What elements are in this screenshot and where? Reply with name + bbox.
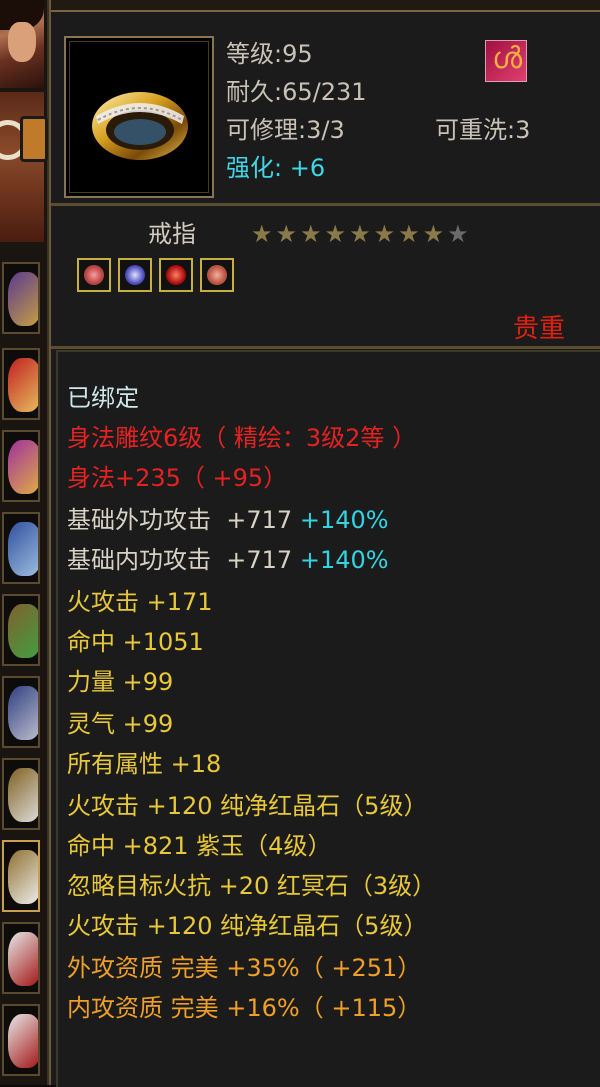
weapon-icon xyxy=(8,272,38,326)
item-level: 等级:95 xyxy=(226,40,313,68)
boots-icon xyxy=(8,686,38,740)
slot-tag-icon xyxy=(20,116,48,162)
all-attr-line: 所有属性 +18 xyxy=(67,750,222,778)
gem-bonus-4: 火攻击 +120 纯净红晶石（5级） xyxy=(67,912,428,940)
int-atk-value: +717 xyxy=(226,546,293,574)
portrait-face xyxy=(8,22,36,62)
item-type: 戒指 xyxy=(148,220,196,248)
inventory-slot-2[interactable] xyxy=(2,348,40,420)
rose-gem-icon[interactable] xyxy=(200,258,235,292)
spirit-line: 灵气 +99 xyxy=(67,710,174,738)
gem-bonus-1: 火攻击 +120 纯净红晶石（5级） xyxy=(67,792,428,820)
gold-ring-icon xyxy=(92,92,188,160)
rose-gem-icon[interactable] xyxy=(77,258,111,292)
special-effect-badge: ൾ xyxy=(485,40,527,82)
character-portrait[interactable] xyxy=(0,0,44,88)
int-quality-line: 内攻资质 完美 +16%（ +115） xyxy=(67,994,422,1022)
star-rating: ★★★★★★★★★ xyxy=(251,220,472,248)
belt-icon xyxy=(8,604,38,658)
inventory-slot-4[interactable] xyxy=(2,512,40,584)
inventory-slot-10[interactable] xyxy=(2,1004,40,1076)
necklace-icon xyxy=(8,932,38,986)
item-repair-count: 可修理:3/3 xyxy=(226,116,345,144)
item-rewash-count: 可重洗:3 xyxy=(435,116,531,144)
item-durability: 耐久:65/231 xyxy=(226,78,367,106)
ext-atk-value: +717 xyxy=(226,506,293,534)
gem-sockets xyxy=(77,258,236,296)
empty-star: ★ xyxy=(447,220,472,248)
fire-atk-line: 火攻击 +171 xyxy=(67,588,213,616)
inventory-slot-8[interactable] xyxy=(2,840,40,912)
inventory-slot-7[interactable] xyxy=(2,758,40,830)
scroll-icon xyxy=(8,358,38,412)
bracer-icon xyxy=(8,440,38,494)
inventory-slot-6[interactable] xyxy=(2,676,40,748)
int-atk-pct: +140% xyxy=(299,546,389,574)
ring-icon xyxy=(8,768,38,822)
inventory-slot-9[interactable] xyxy=(2,922,40,994)
ring-icon xyxy=(8,850,38,904)
gem-bonus-3: 忽略目标火抗 +20 红冥石（3级） xyxy=(67,872,437,900)
header-divider xyxy=(51,203,600,206)
strength-line: 力量 +99 xyxy=(67,668,174,696)
int-atk-line: 基础内功攻击 +717 +140% xyxy=(67,540,389,575)
equipment-preview xyxy=(0,92,48,242)
ext-atk-line: 基础外功攻击 +717 +140% xyxy=(67,500,389,535)
enhance-value: +6 xyxy=(289,154,326,182)
agility-line: 身法+235（ +95） xyxy=(67,464,288,492)
filled-stars: ★★★★★★★★ xyxy=(251,220,448,248)
body-divider xyxy=(51,346,600,349)
item-icon-frame xyxy=(64,36,214,198)
blue-gem-icon[interactable] xyxy=(118,258,153,292)
engrave-line: 身法雕纹6级（ 精绘：3级2等 ） xyxy=(67,424,417,452)
item-enhance: 强化: +6 xyxy=(226,148,325,183)
necklace-icon xyxy=(8,1014,38,1068)
ext-atk-pct: +140% xyxy=(299,506,389,534)
hit-line: 命中 +1051 xyxy=(67,628,204,656)
gem-bonus-2: 命中 +821 紫玉（4级） xyxy=(67,832,332,860)
int-atk-label: 基础内功攻击 xyxy=(67,546,211,574)
inventory-slot-1[interactable] xyxy=(2,262,40,334)
inventory-strip xyxy=(0,0,49,1085)
ruby-gem-icon[interactable] xyxy=(159,258,194,292)
ext-atk-label: 基础外功攻击 xyxy=(67,506,211,534)
armor-icon xyxy=(8,522,38,576)
item-rarity: 贵重 xyxy=(513,314,566,344)
ext-quality-line: 外攻资质 完美 +35%（ +251） xyxy=(67,954,422,982)
bound-status: 已绑定 xyxy=(67,384,139,412)
inventory-slot-5[interactable] xyxy=(2,594,40,666)
inventory-slot-3[interactable] xyxy=(2,430,40,502)
flame-swirl-icon: ൾ xyxy=(492,41,523,76)
tooltip-top-border xyxy=(51,0,600,12)
tooltip-header: 等级:95 耐久:65/231 可修理:3/3 可重洗:3 强化: +6 ൾ xyxy=(51,12,600,202)
enhance-label: 强化: xyxy=(226,154,283,182)
